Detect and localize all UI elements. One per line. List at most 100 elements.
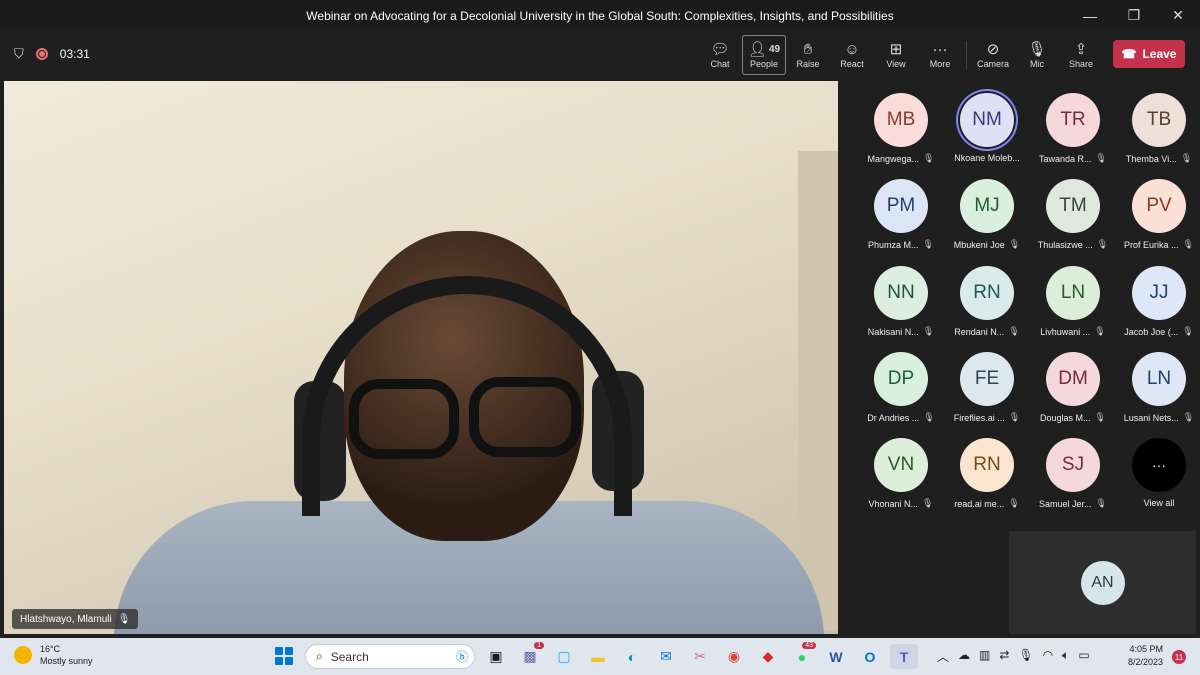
skype-icon[interactable]: ▢ [550,644,578,669]
mic-muted-tray-icon[interactable]: 🎙︎ [1018,648,1033,665]
participant-tile[interactable]: RN Rendani N... 🎙︎ [944,266,1030,352]
chat-button[interactable]: 💬︎ Chat [698,35,742,75]
chevron-up-icon[interactable]: ︿ [937,648,949,665]
participant-tile[interactable]: LN Lusani Nets... 🎙︎ [1116,352,1200,438]
view-button[interactable]: ⊞ View [874,35,918,75]
participant-avatar: MB [874,93,928,147]
participant-name-row: Vhonani N... 🎙︎ [869,498,934,509]
start-button[interactable] [275,647,293,665]
participant-name: Phumza M... [868,239,919,250]
participant-name-row: Samuel Jer... 🎙︎ [1039,498,1107,509]
participant-avatar: LN [1132,352,1186,406]
participant-tile[interactable]: PV Prof Eurika ... 🎙︎ [1116,179,1200,265]
react-button[interactable]: ☺ React [830,35,874,75]
camera-button[interactable]: ⊘ Camera [971,35,1015,75]
notification-badge[interactable]: 11 [1172,650,1186,664]
participant-tile[interactable]: DM Douglas M... 🎙︎ [1030,352,1116,438]
mic-button[interactable]: 🎙︎ Mic [1015,35,1059,75]
mic-muted-icon: 🎙︎ [1182,412,1195,422]
share-button[interactable]: ⇪ Share [1059,35,1103,75]
view-all-button[interactable]: ··· View all [1116,438,1200,524]
chrome-icon[interactable]: ◉ [720,644,748,669]
mic-muted-icon: 🎙︎ [1180,153,1193,163]
participant-tile[interactable]: JJ Jacob Joe (... 🎙︎ [1116,266,1200,352]
participant-name: Rendani N... [954,326,1005,337]
sync-icon[interactable]: ⇄ [999,648,1009,665]
chat-icon: 💬︎ [710,41,730,58]
taskbar-clock[interactable]: 4:05 PM 8/2/2023 [1128,643,1163,669]
participant-tile[interactable]: TB Themba Vi... 🎙︎ [1116,93,1200,179]
snipping-tool-icon[interactable]: ✂ [686,644,714,669]
participant-tile[interactable]: FE Fireflies.ai ... 🎙︎ [944,352,1030,438]
camera-off-icon: ⊘ [986,41,1000,58]
close-window-button[interactable]: ✕ [1156,0,1200,31]
meter-icon[interactable]: ▥ [979,648,990,665]
weather-condition: Mostly sunny [40,656,93,666]
self-view[interactable]: AN [1009,531,1196,634]
weather-widget[interactable]: 16°C Mostly sunny [14,643,93,667]
participant-name-row: Douglas M... 🎙︎ [1040,412,1106,423]
meeting-toolbar: ⛉ 03:31 💬︎ Chat 👤︎ 49 People ✋︎ Raise ☺ R… [0,31,1200,79]
battery-icon[interactable]: ▭ [1078,648,1089,665]
title-bar: Webinar on Advocating for a Decolonial U… [0,0,1200,31]
participant-avatar: JJ [1132,266,1186,320]
participant-tile[interactable]: DP Dr Andries ... 🎙︎ [858,352,944,438]
participant-name: Mbukeni Joe [953,239,1005,250]
mail-icon[interactable]: ✉ [652,644,680,669]
participant-name: Prof Eurika ... [1124,239,1179,250]
taskbar-apps: ▣ ▩ 1 ▢ ▬ ◐ ✉ ✂ ◉ ◆ ● 43 W O T [482,642,918,669]
meeting-info: ⛉ 03:31 [14,46,90,62]
more-button[interactable]: ··· More [918,35,962,75]
participant-avatar: PM [874,179,928,233]
onedrive-icon[interactable]: ☁ [958,648,970,665]
whatsapp-icon[interactable]: ● 43 [788,642,816,669]
minimize-button[interactable]: — [1068,0,1112,31]
participant-name-row: Mbukeni Joe 🎙︎ [954,239,1020,250]
participant-tile[interactable]: PM Phumza M... 🎙︎ [858,179,944,265]
mic-muted-icon: 🎙︎ [923,153,935,163]
participant-tile[interactable]: SJ Samuel Jer... 🎙︎ [1030,438,1116,524]
participant-name: Jacob Joe (... [1124,326,1179,337]
mic-muted-icon: 🎙︎ [1095,153,1107,163]
participant-name-row: Lusani Nets... 🎙︎ [1124,412,1194,423]
participant-tile[interactable]: VN Vhonani N... 🎙︎ [858,438,944,524]
people-icon: 👤︎ 49 [747,41,781,58]
clock-date: 8/2/2023 [1128,657,1164,667]
mic-muted-icon: 🎙︎ [922,498,934,508]
participant-tile[interactable]: TR Tawanda R... 🎙︎ [1030,93,1116,179]
participant-tile[interactable]: LN Livhuwani ... 🎙︎ [1030,266,1116,352]
share-label: Share [1068,59,1094,69]
mic-muted-icon: 🎙︎ [1008,326,1020,336]
file-explorer-icon[interactable]: ▬ [584,644,612,669]
participant-tile[interactable]: RN read.ai me... 🎙︎ [944,438,1030,524]
participant-name-row: Nakisani N... 🎙︎ [868,326,934,337]
taskbar-search[interactable]: ⌕ Search ⓑ [305,644,475,669]
participant-name: Lusani Nets... [1123,412,1179,423]
participant-tile[interactable]: TM Thulasizwe ... 🎙︎ [1030,179,1116,265]
volume-icon[interactable]: 🔈︎ [1062,648,1069,665]
restore-button[interactable]: ❐ [1112,0,1156,31]
more-label: More [929,59,951,69]
people-button[interactable]: 👤︎ 49 People [742,35,786,75]
word-icon[interactable]: W [822,644,850,669]
mic-muted-icon: 🎙︎ [1182,326,1194,336]
glasses-left-lens [349,379,459,459]
participant-avatar: RN [960,438,1014,492]
raise-label: Raise [796,59,820,69]
participant-tile[interactable]: MJ Mbukeni Joe 🎙︎ [944,179,1030,265]
participant-tile[interactable]: MB Mangwega... 🎙︎ [858,93,944,179]
raise-hand-button[interactable]: ✋︎ Raise [786,35,830,75]
window-controls: — ❐ ✕ [1068,0,1200,31]
hand-icon: ✋︎ [803,41,813,58]
acrobat-icon[interactable]: ◆ [754,644,782,669]
outlook-icon[interactable]: O [856,644,884,669]
task-view-icon[interactable]: ▣ [482,644,510,669]
leave-button[interactable]: ☎ Leave [1113,40,1185,68]
participant-tile[interactable]: NN Nakisani N... 🎙︎ [858,266,944,352]
wifi-icon[interactable]: ◠ [1043,648,1053,665]
teams-chat-icon[interactable]: ▩ 1 [516,642,544,669]
participant-tile[interactable]: NM Nkoane Moleb... [944,93,1030,179]
teams-icon[interactable]: T [890,644,918,669]
speaker-video[interactable]: Hlatshwayo, Mlamuli 🎙︎ [4,81,838,634]
edge-icon[interactable]: ◐ [618,644,646,669]
